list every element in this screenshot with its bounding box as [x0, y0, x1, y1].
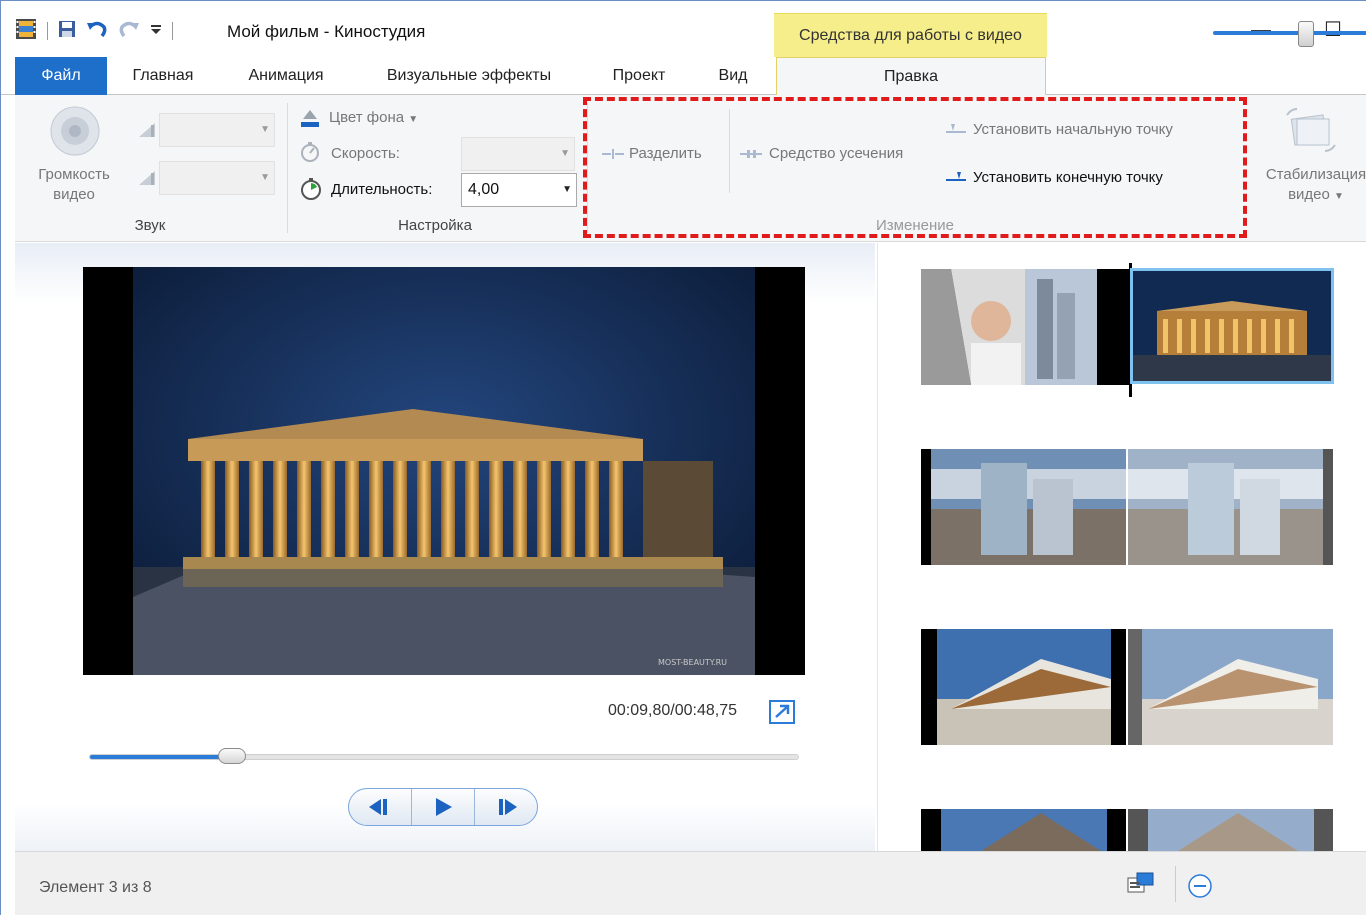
maximize-button[interactable]: ☐ [1313, 15, 1353, 45]
settings-group-label: Настройка [398, 217, 472, 234]
zoom-out-icon[interactable] [1187, 873, 1213, 903]
stabilization-line2: видео ▼ [1251, 185, 1366, 207]
watermark: MOST-BEAUTY.RU [658, 658, 727, 667]
sound-group-label: Звук [134, 217, 166, 234]
clip-thumbnail [921, 269, 1129, 385]
qat-separator [172, 22, 173, 40]
clip-thumbnail [1128, 809, 1333, 851]
chevron-down-icon: ▼ [1334, 191, 1344, 202]
storyboard-clip[interactable] [921, 809, 1126, 851]
tab-file[interactable]: Файл [15, 57, 107, 95]
stabilization-line1: Стабилизация [1265, 166, 1366, 183]
video-volume-line2: видео [53, 186, 95, 203]
storyboard-clip[interactable] [1128, 809, 1333, 851]
thumbnail-size-icon[interactable] [1127, 872, 1155, 900]
chevron-down-icon: ▼ [408, 114, 419, 125]
minimize-button[interactable]: — [1241, 15, 1281, 45]
redo-icon[interactable] [118, 19, 140, 43]
save-icon[interactable] [58, 20, 76, 42]
fullscreen-button[interactable] [769, 700, 795, 724]
zoom-thumb[interactable] [1298, 21, 1314, 47]
storyboard-clip[interactable] [921, 449, 1126, 565]
customize-qat-icon[interactable] [150, 22, 162, 40]
transport-controls [348, 788, 538, 826]
background-color-label: Цвет фона [329, 109, 405, 126]
play-button[interactable] [412, 789, 475, 825]
clip-thumbnail [1128, 629, 1333, 745]
duration-input[interactable]: 4,00 ▼ [461, 173, 577, 207]
duration-label: Длительность: [331, 181, 433, 198]
tab-edit[interactable]: Правка [776, 57, 1046, 96]
background-color-icon [299, 107, 321, 133]
speed-select[interactable]: ▼ [461, 137, 575, 171]
video-preview[interactable]: MOST-BEAUTY.RU [83, 267, 805, 675]
parthenon-image: MOST-BEAUTY.RU [133, 267, 755, 675]
quick-access-toolbar [15, 19, 173, 43]
tab-visual-effects[interactable]: Визуальные эффекты [363, 57, 575, 95]
seek-bar[interactable] [89, 748, 799, 764]
duration-value: 4,00 [468, 181, 500, 198]
fade-out-select[interactable]: ▼ [159, 161, 275, 195]
background-color-button[interactable]: Цвет фона ▼ [329, 109, 418, 126]
fade-in-icon [137, 119, 157, 143]
tab-animation[interactable]: Анимация [231, 57, 341, 95]
undo-icon[interactable] [86, 19, 108, 43]
chevron-down-icon: ▼ [260, 124, 270, 135]
fade-in-select[interactable]: ▼ [159, 113, 275, 147]
status-bar: Элемент 3 из 8 [15, 851, 1366, 915]
storyboard-clip-selected[interactable] [1130, 268, 1334, 384]
clip-thumbnail [921, 629, 1126, 745]
speed-icon [299, 141, 321, 167]
fade-out-icon [137, 167, 157, 191]
storyboard-clip[interactable] [1128, 629, 1333, 745]
video-volume-label[interactable]: Громкость видео [27, 165, 121, 205]
window-title: Мой фильм - Киностудия [227, 22, 426, 41]
tab-project[interactable]: Проект [597, 57, 681, 95]
chevron-down-icon: ▼ [562, 184, 572, 195]
previous-frame-icon [369, 799, 387, 815]
clip-thumbnail [1133, 271, 1331, 381]
expand-icon [775, 704, 790, 718]
stabilization-line2-text: видео [1288, 186, 1330, 203]
chevron-down-icon: ▼ [260, 172, 270, 183]
title-bar: Мой фильм - Киностудия Средства для рабо… [1, 1, 1366, 57]
playback-time: 00:09,80/00:48,75 [608, 702, 738, 719]
tab-home[interactable]: Главная [119, 57, 207, 95]
play-icon [436, 798, 452, 816]
storyboard-clip[interactable] [921, 269, 1129, 385]
video-tools-context-header: Средства для работы с видео [774, 13, 1047, 57]
clip-thumbnail [1128, 449, 1333, 565]
next-frame-button[interactable] [475, 789, 537, 825]
element-counter: Элемент 3 из 8 [39, 879, 152, 896]
app-film-icon[interactable] [15, 18, 37, 44]
next-frame-icon [499, 799, 517, 815]
group-separator [287, 103, 288, 233]
video-stabilization-button[interactable]: Стабилизация видео ▼ [1251, 165, 1366, 207]
zoom-slider[interactable] [1213, 31, 1366, 35]
video-stabilization-icon[interactable] [1283, 105, 1339, 159]
video-volume-line1: Громкость [38, 166, 110, 183]
speed-label: Скорость: [331, 145, 400, 162]
tab-view[interactable]: Вид [705, 57, 761, 95]
ribbon-tabs: Файл Главная Анимация Визуальные эффекты… [1, 57, 1366, 96]
storyboard-clip[interactable] [921, 629, 1126, 745]
seek-thumb[interactable] [217, 748, 246, 764]
qat-separator [47, 22, 48, 40]
storyboard-clip[interactable] [1128, 449, 1333, 565]
app-window: Мой фильм - Киностудия Средства для рабо… [0, 0, 1366, 915]
clip-thumbnail [921, 809, 1126, 851]
clip-thumbnail [921, 449, 1126, 565]
status-separator [1175, 866, 1176, 902]
editing-group-highlight [583, 97, 1247, 238]
previous-frame-button[interactable] [349, 789, 412, 825]
video-volume-speaker-icon[interactable] [47, 103, 103, 163]
chevron-down-icon: ▼ [560, 148, 570, 159]
duration-stopwatch-icon [299, 177, 323, 205]
storyboard-cursor [1129, 263, 1132, 397]
seek-progress [90, 755, 232, 759]
